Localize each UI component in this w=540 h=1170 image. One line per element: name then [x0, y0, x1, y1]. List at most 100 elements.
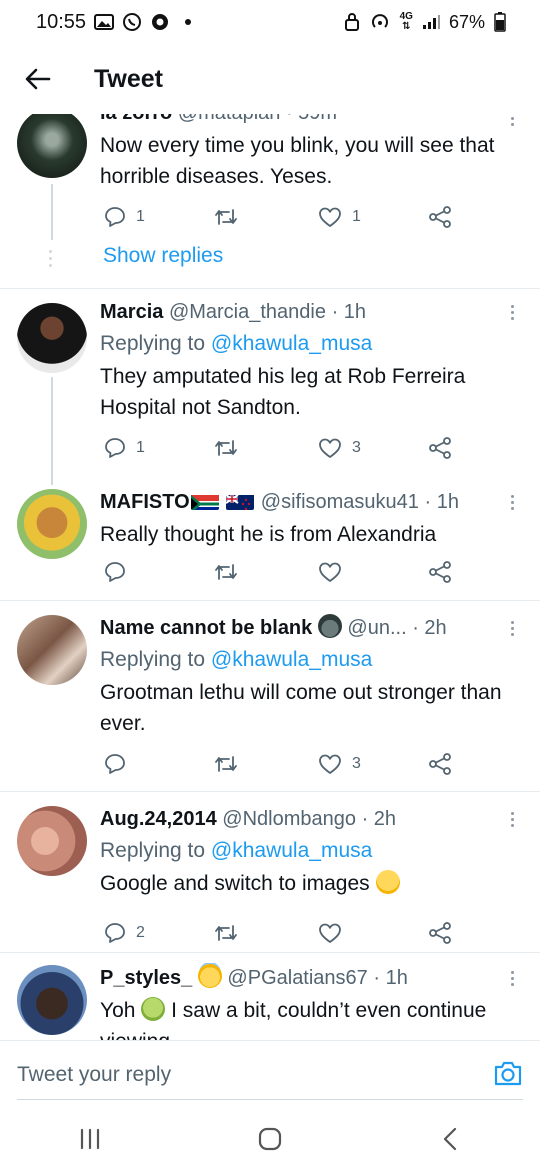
handle[interactable]: @Ndlombango	[222, 808, 356, 830]
tweet-item[interactable]: la zorro @matapian · 59m Now every time …	[0, 114, 540, 288]
replying-to-mention[interactable]: @khawula_musa	[211, 839, 372, 862]
retweet-button[interactable]	[214, 433, 248, 463]
reply-button[interactable]: 2	[104, 918, 145, 948]
retweet-button[interactable]	[214, 918, 248, 948]
tweet-item[interactable]: MAFISTO @sifisomasuku41 · 1h Really thou…	[0, 485, 540, 599]
handle[interactable]: @un...	[347, 617, 406, 639]
retweet-icon	[215, 925, 237, 941]
reply-feed[interactable]: la zorro @matapian · 59m Now every time …	[0, 114, 540, 1040]
tweet-item[interactable]: P_styles_ @PGalatians67 · 1h Yoh I saw a…	[0, 953, 540, 1040]
notification-dot-icon	[184, 18, 192, 26]
display-name[interactable]: la zorro	[100, 114, 172, 124]
network-indicator: 4G ⇅	[400, 12, 413, 32]
like-count: 1	[352, 208, 361, 225]
back-button[interactable]	[18, 59, 58, 99]
share-button[interactable]	[428, 202, 452, 232]
more-button[interactable]	[502, 966, 522, 990]
retweet-button[interactable]	[214, 557, 248, 587]
like-button[interactable]: 1	[318, 202, 361, 232]
replying-to: Replying to @khawula_musa	[100, 645, 506, 675]
display-name[interactable]: Aug.24,2014	[100, 808, 217, 830]
system-back-button[interactable]	[420, 1119, 480, 1159]
reply-button[interactable]: 1	[104, 433, 145, 463]
more-button[interactable]	[502, 616, 522, 640]
camera-icon	[494, 1061, 522, 1086]
tweet-header: MAFISTO @sifisomasuku41 · 1h	[100, 487, 506, 517]
tweet-text: Grootman lethu will come out stronger th…	[100, 681, 502, 735]
avatar[interactable]	[17, 965, 87, 1035]
share-button[interactable]	[428, 918, 452, 948]
display-name[interactable]: Marcia	[100, 301, 163, 323]
share-button[interactable]	[428, 433, 452, 463]
reply-button[interactable]	[104, 749, 136, 779]
reply-button[interactable]	[104, 557, 136, 587]
whatsapp-icon	[122, 12, 142, 32]
share-button[interactable]	[428, 749, 452, 779]
avatar[interactable]	[17, 489, 87, 559]
like-button[interactable]: 3	[318, 749, 361, 779]
avatar[interactable]	[17, 114, 87, 178]
retweet-button[interactable]	[214, 202, 248, 232]
handle[interactable]: @PGalatians67	[227, 967, 367, 989]
timestamp: · 1h	[373, 967, 408, 989]
home-icon	[258, 1127, 282, 1151]
like-button[interactable]	[318, 918, 352, 948]
retweet-icon	[215, 440, 237, 456]
avatar[interactable]	[17, 806, 87, 876]
like-button[interactable]	[318, 557, 352, 587]
south-africa-flag-icon	[190, 492, 219, 510]
share-icon	[429, 206, 451, 228]
camera-button[interactable]	[493, 1059, 523, 1089]
like-button[interactable]: 3	[318, 433, 361, 463]
tweet-item[interactable]: Marcia @Marcia_thandie · 1h Replying to …	[0, 289, 540, 485]
share-icon	[429, 922, 451, 944]
reply-count: 1	[136, 439, 145, 456]
share-icon	[429, 753, 451, 775]
retweet-button[interactable]	[214, 749, 248, 779]
battery-percent: 67%	[448, 11, 485, 32]
retweet-icon	[215, 756, 237, 772]
timestamp: · 2h	[361, 808, 397, 830]
timestamp: · 1h	[424, 491, 459, 513]
tweet-item[interactable]: Name cannot be blank @un... · 2h Replyin…	[0, 601, 540, 791]
signal-icon	[422, 14, 440, 30]
thread-continuation-dots	[49, 250, 53, 267]
display-name[interactable]: MAFISTO	[100, 491, 190, 513]
status-left: 10:55	[36, 11, 192, 34]
share-icon	[429, 437, 451, 459]
display-name[interactable]: Name cannot be blank	[100, 617, 312, 639]
new-zealand-flag-icon	[226, 492, 255, 510]
eye-roll-emoji-icon	[375, 870, 400, 894]
recents-button[interactable]	[60, 1119, 120, 1159]
replying-to-mention[interactable]: @khawula_musa	[211, 648, 372, 671]
like-icon	[319, 438, 341, 458]
handle[interactable]: @matapian	[178, 114, 281, 124]
more-button[interactable]	[502, 300, 522, 324]
network-arrows-icon: ⇅	[402, 21, 411, 32]
reply-input[interactable]	[17, 1057, 437, 1093]
avatar[interactable]	[17, 303, 87, 373]
nauseated-face-emoji-icon	[141, 997, 166, 1021]
display-name[interactable]: P_styles_	[100, 967, 192, 989]
replying-to-mention[interactable]: @khawula_musa	[211, 332, 372, 355]
hotspot-icon	[369, 12, 391, 32]
more-button[interactable]	[502, 807, 522, 831]
more-button[interactable]	[502, 114, 522, 130]
tweet-text: They amputated his leg at Rob Ferreira H…	[100, 365, 466, 419]
handle[interactable]: @sifisomasuku41	[261, 491, 419, 513]
thread-line	[51, 377, 53, 485]
tweet-item[interactable]: Aug.24,2014 @Ndlombango · 2h Replying to…	[0, 792, 540, 958]
more-button[interactable]	[502, 490, 522, 514]
avatar[interactable]	[17, 615, 87, 685]
handle[interactable]: @Marcia_thandie	[169, 301, 326, 323]
replying-to: Replying to @khawula_musa	[100, 836, 506, 866]
back-arrow-icon	[25, 68, 51, 90]
like-count: 3	[352, 755, 361, 772]
retweet-icon	[215, 564, 237, 580]
share-button[interactable]	[428, 557, 452, 587]
page-title: Tweet	[94, 64, 163, 93]
reply-button[interactable]: 1	[104, 202, 145, 232]
show-replies-link[interactable]: Show replies	[103, 244, 223, 268]
home-button[interactable]	[240, 1119, 300, 1159]
retweet-icon	[215, 209, 237, 225]
